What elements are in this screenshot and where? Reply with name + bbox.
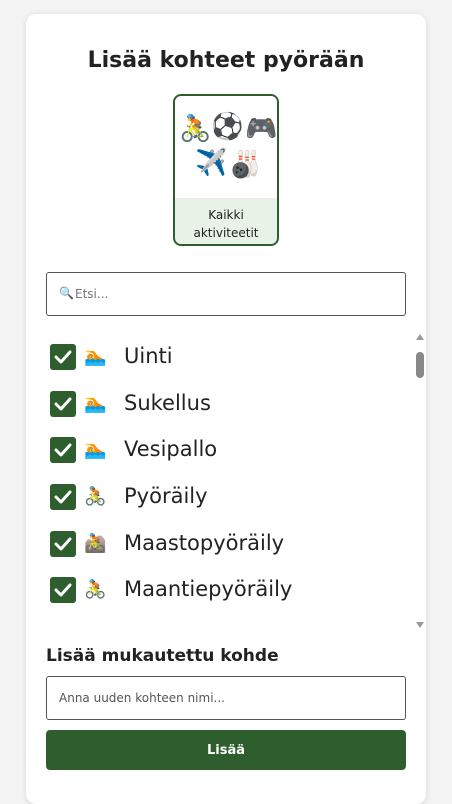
wheel-items-card: Lisää kohteet pyörään 🚴 ⚽ 🎮 ✈️ 🎳 Kaikki …	[26, 14, 426, 804]
swimmer-icon: 🏊	[84, 439, 107, 460]
scrollbar-thumb[interactable]	[416, 352, 424, 378]
list-item-label: Uinti	[124, 344, 173, 368]
list-item-uinti[interactable]: 🏊 Uinti	[50, 342, 380, 372]
checkbox-checked[interactable]	[50, 577, 76, 603]
search-icon: 🔍	[59, 286, 74, 300]
list-item-sukellus[interactable]: 🏊 Sukellus	[50, 389, 380, 419]
game-controller-icon: 🎮	[245, 114, 278, 144]
list-item-label: Sukellus	[124, 391, 211, 415]
list-item-label: Vesipallo	[124, 437, 218, 461]
category-tile-all-activities[interactable]: 🚴 ⚽ 🎮 ✈️ 🎳 Kaikki aktiviteetit	[173, 94, 279, 246]
list-item-label: Maastopyöräily	[124, 531, 285, 555]
scroll-up-arrow-icon[interactable]	[416, 334, 424, 340]
checkmark-icon	[54, 583, 72, 597]
list-item-label: Maantiepyöräily	[124, 577, 293, 601]
checkbox-checked[interactable]	[50, 344, 76, 370]
checkmark-icon	[54, 443, 72, 457]
soccer-ball-icon: ⚽	[211, 112, 244, 142]
list-item-pyoraily[interactable]: 🚴 Pyöräily	[50, 482, 380, 512]
checkmark-icon	[54, 397, 72, 411]
checkbox-checked[interactable]	[50, 437, 76, 463]
swimmer-icon: 🏊	[84, 393, 107, 414]
custom-item-heading: Lisää mukautettu kohde	[46, 646, 279, 666]
activity-list[interactable]: 🏊 Uinti 🏊 Sukellus 🏊 Vesipallo 🚴 Pyöräil…	[46, 320, 408, 620]
list-item-label: Pyöräily	[124, 484, 208, 508]
mountain-biker-icon: 🚵	[84, 533, 107, 554]
search-input[interactable]	[75, 273, 395, 315]
cyclist-icon: 🚴	[84, 486, 107, 507]
activity-list-scrollbar[interactable]	[414, 334, 426, 634]
category-label: Kaikki aktiviteetit	[193, 208, 259, 240]
swimmer-icon: 🏊	[84, 346, 107, 367]
bowling-icon: 🎳	[229, 150, 262, 180]
search-field[interactable]: 🔍	[46, 272, 406, 316]
add-button[interactable]: Lisää	[46, 730, 406, 770]
scroll-down-arrow-icon[interactable]	[416, 622, 424, 628]
cyclist-icon: 🚴	[179, 114, 212, 144]
list-item-maastopyoraily[interactable]: 🚵 Maastopyöräily	[50, 529, 380, 559]
list-item-maantiepyoraily[interactable]: 🚴 Maantiepyöräily	[50, 575, 380, 605]
list-item-vesipallo[interactable]: 🏊 Vesipallo	[50, 435, 380, 465]
cyclist-icon: 🚴	[84, 579, 107, 600]
checkmark-icon	[54, 350, 72, 364]
checkbox-checked[interactable]	[50, 484, 76, 510]
checkbox-checked[interactable]	[50, 391, 76, 417]
checkmark-icon	[54, 537, 72, 551]
checkbox-checked[interactable]	[50, 531, 76, 557]
checkmark-icon	[54, 490, 72, 504]
category-icon-collage: 🚴 ⚽ 🎮 ✈️ 🎳	[175, 96, 277, 198]
airplane-icon: ✈️	[195, 148, 228, 178]
page-title: Lisää kohteet pyörään	[87, 48, 365, 73]
custom-item-input[interactable]	[46, 676, 406, 720]
